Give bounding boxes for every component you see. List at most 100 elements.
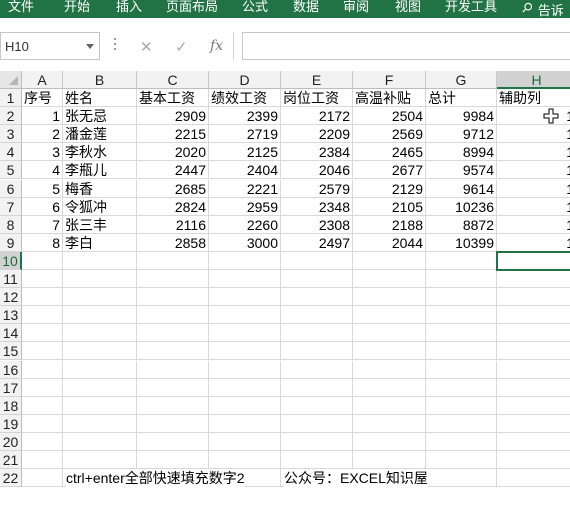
cell-h5[interactable]: 1 (497, 161, 570, 180)
cell-f12[interactable] (353, 288, 426, 307)
cell-a17[interactable] (22, 378, 63, 397)
row-header-20[interactable]: 20 (0, 432, 22, 451)
tell-me-search[interactable]: 告诉我 (522, 0, 570, 18)
cell-a15[interactable] (22, 342, 63, 361)
cell-e9[interactable]: 2497 (281, 233, 353, 252)
cell-b7[interactable]: 令狐冲 (63, 197, 137, 216)
cell-e18[interactable] (281, 396, 353, 415)
cell-f5[interactable]: 2677 (353, 161, 426, 180)
cell-a9[interactable]: 8 (22, 233, 63, 252)
column-header-f[interactable]: F (353, 71, 426, 89)
cell-g18[interactable] (426, 396, 497, 415)
cell-f11[interactable] (353, 270, 426, 288)
cell-f2[interactable]: 2504 (353, 107, 426, 126)
cell-b8[interactable]: 张三丰 (63, 215, 137, 234)
cell-g11[interactable] (426, 270, 497, 288)
cell-g4[interactable]: 8994 (426, 143, 497, 162)
row-header-12[interactable]: 12 (0, 288, 22, 307)
cell-e13[interactable] (281, 306, 353, 325)
row-header-14[interactable]: 14 (0, 324, 22, 343)
cell-h21[interactable] (497, 451, 570, 469)
cell-a4[interactable]: 3 (22, 143, 63, 162)
cell-b13[interactable] (63, 306, 137, 325)
cell-f19[interactable] (353, 414, 426, 433)
cell-d4[interactable]: 2125 (209, 143, 281, 162)
tab-insert[interactable]: 插入 (116, 0, 142, 18)
row-header-18[interactable]: 18 (0, 396, 22, 415)
cell-c12[interactable] (137, 288, 209, 307)
cell-h17[interactable] (497, 379, 570, 397)
cell-b17[interactable] (63, 378, 137, 397)
cell-f21[interactable] (353, 451, 426, 469)
cell-b11[interactable] (63, 270, 137, 288)
tab-page-layout[interactable]: 页面布局 (166, 0, 218, 18)
cell-e16[interactable] (281, 360, 353, 379)
cell-h16[interactable] (497, 361, 570, 379)
cell-h12[interactable] (497, 288, 570, 307)
select-all-button[interactable] (0, 71, 22, 89)
cell-a18[interactable] (22, 396, 63, 415)
row-header-7[interactable]: 7 (0, 197, 22, 216)
cell-f10[interactable] (353, 251, 426, 270)
cell-f13[interactable] (353, 306, 426, 325)
cell-d3[interactable]: 2719 (209, 125, 281, 144)
row-header-2[interactable]: 2 (0, 107, 22, 126)
cell-h13[interactable] (497, 306, 570, 325)
row-header-4[interactable]: 4 (0, 143, 22, 162)
cell-h4[interactable]: 1 (497, 143, 570, 162)
cell-g15[interactable] (426, 342, 497, 361)
cell-f7[interactable]: 2105 (353, 197, 426, 216)
cell-b2[interactable]: 张无忌 (63, 107, 137, 126)
cell-c14[interactable] (137, 324, 209, 343)
row-header-19[interactable]: 19 (0, 414, 22, 433)
cell-d14[interactable] (209, 324, 281, 343)
cell-a16[interactable] (22, 360, 63, 379)
cell-b15[interactable] (63, 342, 137, 361)
cell-g2[interactable]: 9984 (426, 107, 497, 126)
cell-g13[interactable] (426, 306, 497, 325)
cell-g3[interactable]: 9712 (426, 125, 497, 144)
cell-h19[interactable] (497, 415, 570, 433)
cancel-icon[interactable]: ✕ (140, 38, 153, 56)
cell-c4[interactable]: 2020 (137, 143, 209, 162)
row-header-17[interactable]: 17 (0, 378, 22, 397)
cell-c16[interactable] (137, 360, 209, 379)
cell-e7[interactable]: 2348 (281, 197, 353, 216)
cell-d15[interactable] (209, 342, 281, 361)
cell-d20[interactable] (209, 432, 281, 451)
cell-g22[interactable] (426, 469, 497, 488)
row-header-22[interactable]: 22 (0, 469, 22, 488)
cell-h7[interactable]: 1 (497, 198, 570, 216)
cell-g17[interactable] (426, 378, 497, 397)
tab-review[interactable]: 审阅 (343, 0, 369, 18)
cell-c18[interactable] (137, 396, 209, 415)
cell-h6[interactable]: 1 (497, 180, 570, 198)
cell-e2[interactable]: 2172 (281, 107, 353, 126)
row-header-8[interactable]: 8 (0, 215, 22, 234)
cell-b9[interactable]: 李白 (63, 233, 137, 252)
cell-a14[interactable] (22, 324, 63, 343)
column-header-a[interactable]: A (22, 71, 63, 89)
tab-data[interactable]: 数据 (293, 0, 319, 18)
cell-e15[interactable] (281, 342, 353, 361)
cell-f14[interactable] (353, 324, 426, 343)
cell-h14[interactable] (497, 324, 570, 343)
cell-f3[interactable]: 2569 (353, 125, 426, 144)
cell-c17[interactable] (137, 378, 209, 397)
cell-a10[interactable] (22, 251, 63, 270)
cell-g12[interactable] (426, 288, 497, 307)
cell-h3[interactable]: 1 (497, 125, 570, 144)
cell-d9[interactable]: 3000 (209, 233, 281, 252)
cell-b1[interactable]: 姓名 (63, 89, 137, 107)
cell-f20[interactable] (353, 432, 426, 451)
cell-a5[interactable]: 4 (22, 161, 63, 180)
cell-h1[interactable]: 辅助列 (497, 89, 570, 107)
cell-h15[interactable] (497, 342, 570, 361)
cell-d8[interactable]: 2260 (209, 215, 281, 234)
check-icon[interactable]: ✓ (175, 38, 188, 56)
cell-c21[interactable] (137, 451, 209, 469)
cell-d21[interactable] (209, 451, 281, 469)
cell-d16[interactable] (209, 360, 281, 379)
cell-g7[interactable]: 10236 (426, 197, 497, 216)
cell-a1[interactable]: 序号 (22, 89, 63, 107)
